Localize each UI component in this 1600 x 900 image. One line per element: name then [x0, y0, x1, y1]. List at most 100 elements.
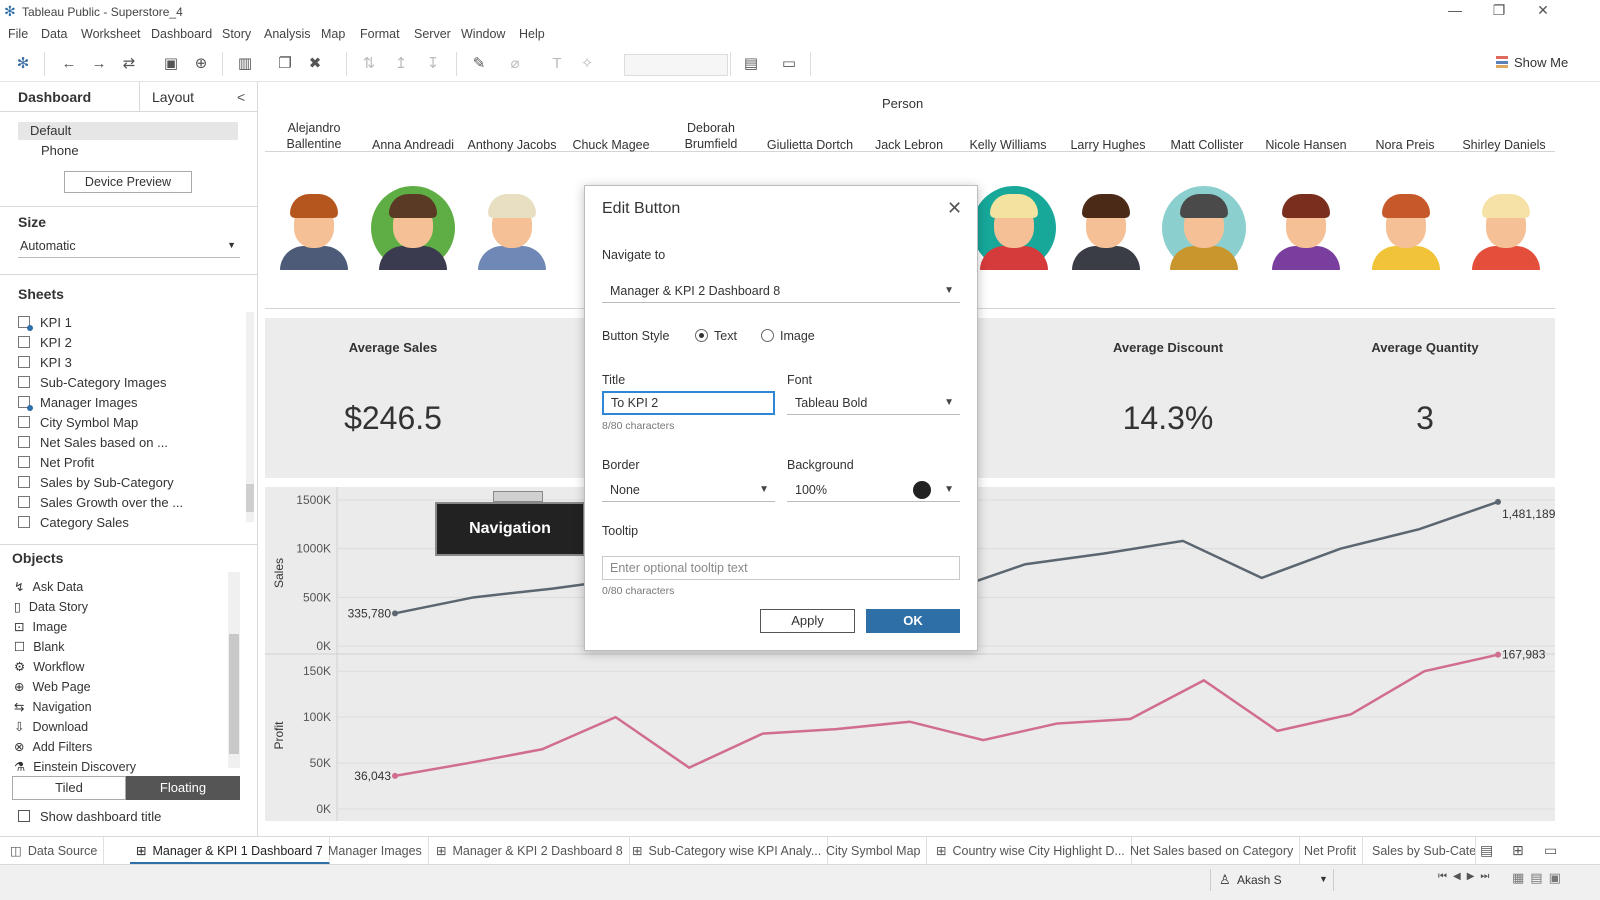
avatar[interactable] — [272, 186, 356, 270]
ok-button[interactable]: OK — [866, 609, 960, 633]
object-workflow[interactable]: ⚙ Workflow — [14, 659, 84, 674]
redo-icon[interactable]: → — [88, 54, 110, 74]
replay-icon[interactable]: ⇄ — [118, 54, 140, 74]
tab-sales-by-subcategory[interactable]: Sales by Sub-Cate — [1366, 837, 1476, 865]
object-image[interactable]: ⊡ Image — [14, 619, 67, 634]
tab-country-city[interactable]: ⊞ Country wise City Highlight D... — [930, 837, 1132, 865]
avatar[interactable] — [371, 186, 455, 270]
tooltip-input[interactable]: Enter optional tooltip text — [602, 556, 960, 580]
avatar[interactable] — [1364, 186, 1448, 270]
title-input[interactable]: To KPI 2 — [602, 391, 775, 415]
sheet-item[interactable]: Net Profit — [18, 455, 94, 470]
save-icon[interactable]: ▣ — [160, 54, 182, 74]
tab-dashboard-7[interactable]: ⊞ Manager & KPI 1 Dashboard 7 — [130, 837, 330, 865]
sheet-item[interactable]: Sub-Category Images — [18, 375, 166, 390]
maximize-button[interactable]: ❐ — [1476, 2, 1522, 22]
apply-button[interactable]: Apply — [760, 609, 855, 633]
device-phone[interactable]: Phone — [41, 143, 79, 158]
avatar[interactable] — [1464, 186, 1548, 270]
close-window-button[interactable]: ✕ — [1520, 2, 1566, 22]
device-preview-button[interactable]: Device Preview — [64, 171, 192, 193]
tab-net-profit[interactable]: Net Profit — [1298, 837, 1364, 865]
menu-story[interactable]: Story — [222, 27, 251, 41]
tableau-home-icon[interactable]: ✻ — [12, 54, 34, 74]
object-data-story[interactable]: ▯ Data Story — [14, 599, 88, 614]
sheet-item[interactable]: KPI 1 — [18, 315, 72, 331]
tab-net-sales[interactable]: Net Sales based on Category — [1124, 837, 1301, 865]
navigation-button[interactable]: Navigation — [435, 502, 585, 556]
object-add-filters[interactable]: ⊗ Add Filters — [14, 739, 92, 754]
avatar[interactable] — [1264, 186, 1348, 270]
menu-map[interactable]: Map — [321, 27, 345, 41]
floating-toggle[interactable]: Floating — [126, 776, 240, 800]
close-icon[interactable]: ✕ — [947, 198, 962, 219]
drag-handle[interactable] — [493, 491, 543, 502]
menu-file[interactable]: File — [8, 27, 28, 41]
clear-icon[interactable]: ✖ — [304, 54, 326, 74]
avatar[interactable] — [1162, 186, 1246, 270]
sheet-item[interactable]: KPI 3 — [18, 355, 72, 370]
collapse-panel-icon[interactable]: < — [237, 82, 245, 112]
show-me-button[interactable]: Show Me — [1496, 55, 1568, 70]
object-blank[interactable]: ☐ Blank — [14, 639, 65, 654]
menu-dashboard[interactable]: Dashboard — [151, 27, 212, 41]
font-dropdown[interactable]: Tableau Bold ▼ — [787, 391, 960, 415]
sheet-item[interactable]: Sales by Sub-Category — [18, 475, 174, 490]
tiled-toggle[interactable]: Tiled — [12, 776, 126, 800]
style-image-radio[interactable]: Image — [761, 329, 815, 343]
tab-dashboard[interactable]: Dashboard — [0, 82, 140, 112]
new-data-source-icon[interactable]: ⊕ — [190, 54, 212, 74]
avatar[interactable] — [470, 186, 554, 270]
border-dropdown[interactable]: None ▼ — [602, 478, 775, 502]
labels-icon[interactable]: T — [546, 54, 568, 74]
style-text-radio[interactable]: Text — [695, 329, 737, 343]
new-worksheet-icon[interactable]: ▥ — [234, 54, 256, 74]
new-dashboard-tab-icon[interactable]: ⊞ — [1512, 842, 1524, 859]
size-dropdown[interactable]: Automatic ▼ — [18, 236, 240, 258]
object-navigation[interactable]: ⇆ Navigation — [14, 699, 92, 714]
show-cards-icon[interactable]: ▤ — [740, 54, 762, 74]
device-default[interactable]: Default — [30, 123, 71, 138]
pin-icon[interactable]: ✧ — [576, 54, 598, 74]
swap-icon[interactable]: ⇅ — [358, 54, 380, 74]
tab-dashboard-8[interactable]: ⊞ Manager & KPI 2 Dashboard 8 — [430, 837, 630, 865]
tab-city-symbol-map[interactable]: City Symbol Map — [820, 837, 928, 865]
sheet-item[interactable]: Sales Growth over the ... — [18, 495, 183, 510]
tab-layout[interactable]: Layout — [152, 82, 194, 112]
object-einstein-discovery[interactable]: ⚗ Einstein Discovery — [14, 759, 136, 774]
view-mode-icons[interactable]: ▦▤▣ — [1512, 870, 1567, 886]
navigate-dropdown[interactable]: Manager & KPI 2 Dashboard 8 ▼ — [602, 279, 960, 303]
new-story-tab-icon[interactable]: ▭ — [1544, 842, 1557, 859]
fit-combo[interactable] — [624, 54, 728, 76]
avatar[interactable] — [972, 186, 1056, 270]
show-title-checkbox[interactable]: Show dashboard title — [18, 809, 161, 824]
new-worksheet-tab-icon[interactable]: ▤ — [1480, 842, 1493, 859]
menu-help[interactable]: Help — [519, 27, 545, 41]
user-menu[interactable]: ♙ Akash S ▼ — [1210, 869, 1334, 891]
sheet-item[interactable]: Manager Images — [18, 395, 138, 411]
presentation-mode-icon[interactable]: ▭ — [778, 54, 800, 74]
undo-icon[interactable]: ← — [58, 54, 80, 74]
sheet-item[interactable]: City Symbol Map — [18, 415, 138, 430]
object-web-page[interactable]: ⊕ Web Page — [14, 679, 91, 694]
menu-window[interactable]: Window — [461, 27, 505, 41]
menu-server[interactable]: Server — [414, 27, 451, 41]
duplicate-icon[interactable]: ❐ — [274, 54, 296, 74]
group-icon[interactable]: ⌀ — [504, 54, 526, 74]
sheet-item[interactable]: Net Sales based on ... — [18, 435, 168, 450]
object-ask-data[interactable]: ↯ Ask Data — [14, 579, 83, 594]
tab-navigation-arrows[interactable]: ⏮◀▶⏭ — [1438, 871, 1495, 882]
highlight-icon[interactable]: ✎ — [468, 54, 490, 74]
menu-worksheet[interactable]: Worksheet — [81, 27, 141, 41]
sort-descending-icon[interactable]: ↧ — [422, 54, 444, 74]
tab-manager-images[interactable]: Manager Images — [322, 837, 429, 865]
menu-format[interactable]: Format — [360, 27, 400, 41]
sort-ascending-icon[interactable]: ↥ — [390, 54, 412, 74]
tab-data-source[interactable]: ◫ Data Source — [4, 837, 105, 865]
tab-subcategory-kpi[interactable]: ⊞ Sub-Category wise KPI Analy... — [626, 837, 829, 865]
background-dropdown[interactable]: 100% ▼ — [787, 478, 960, 502]
menu-analysis[interactable]: Analysis — [264, 27, 311, 41]
minimize-button[interactable]: — — [1432, 2, 1478, 22]
color-swatch[interactable] — [913, 481, 931, 499]
sheet-item[interactable]: Category Sales — [18, 515, 129, 530]
